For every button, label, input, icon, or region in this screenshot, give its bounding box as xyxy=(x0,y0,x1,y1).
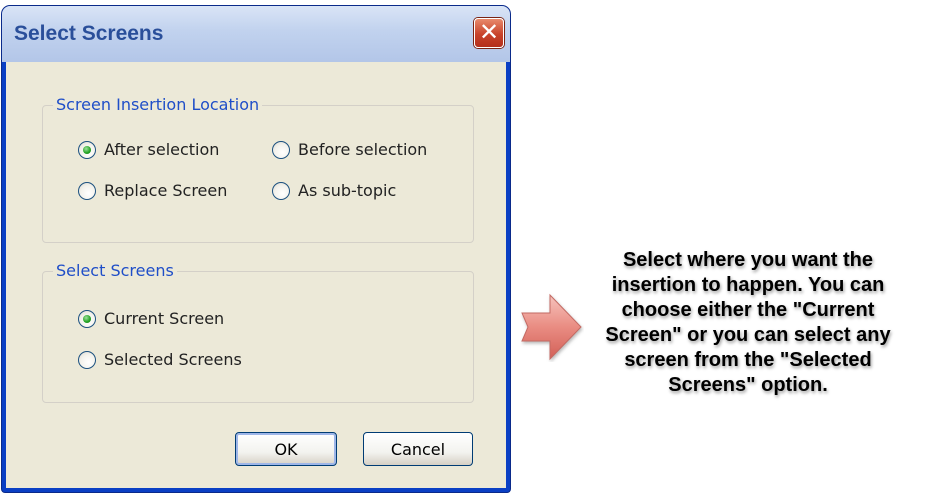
annotation-line: choose either the "Current xyxy=(621,299,875,321)
annotation-line: Screen" or you can select any xyxy=(605,324,891,346)
cancel-button[interactable]: Cancel xyxy=(363,432,473,466)
dialog-client-area: Screen Insertion Location After selectio… xyxy=(6,62,506,488)
radio-before-selection[interactable]: Before selection xyxy=(272,140,427,159)
radio-circle[interactable] xyxy=(78,350,96,369)
select-screens-label: Select Screens xyxy=(53,261,177,280)
annotation-line: insertion to happen. You can xyxy=(611,274,885,296)
radio-circle[interactable] xyxy=(272,140,290,159)
radio-label[interactable]: As sub-topic xyxy=(298,181,396,200)
radio-label[interactable]: Replace Screen xyxy=(104,181,227,200)
radio-label[interactable]: After selection xyxy=(104,140,219,159)
radio-current-screen[interactable]: Current Screen xyxy=(78,309,224,328)
select-screens-group: Select Screens Current Screen Selected S… xyxy=(42,261,474,403)
radio-as-sub-topic[interactable]: As sub-topic xyxy=(272,181,396,200)
annotation-text: Select where you want the insertion to h… xyxy=(572,248,924,398)
close-icon: ✕ xyxy=(478,18,500,46)
screen-insertion-location-label: Screen Insertion Location xyxy=(53,95,263,114)
radio-circle[interactable] xyxy=(78,181,96,200)
radio-circle[interactable] xyxy=(272,181,290,200)
radio-replace-screen[interactable]: Replace Screen xyxy=(78,181,227,200)
annotation-line: screen from the "Selected xyxy=(624,349,872,371)
radio-circle[interactable] xyxy=(78,309,96,328)
radio-label[interactable]: Selected Screens xyxy=(104,350,242,369)
radio-selected-screens[interactable]: Selected Screens xyxy=(78,350,242,369)
annotation-line: Select where you want the xyxy=(622,249,874,271)
annotation-line: Screens" option. xyxy=(668,374,828,396)
select-screens-dialog: Select Screens ✕ Screen Insertion Locati… xyxy=(2,6,510,492)
close-button[interactable]: ✕ xyxy=(474,18,504,48)
radio-label[interactable]: Current Screen xyxy=(104,309,224,328)
radio-label[interactable]: Before selection xyxy=(298,140,427,159)
radio-after-selection[interactable]: After selection xyxy=(78,140,219,159)
radio-circle[interactable] xyxy=(78,140,96,159)
screen-insertion-location-group: Screen Insertion Location After selectio… xyxy=(42,95,474,243)
dialog-title: Select Screens xyxy=(14,22,164,45)
dialog-titlebar[interactable]: Select Screens ✕ xyxy=(2,6,510,62)
ok-button[interactable]: OK xyxy=(235,432,337,466)
